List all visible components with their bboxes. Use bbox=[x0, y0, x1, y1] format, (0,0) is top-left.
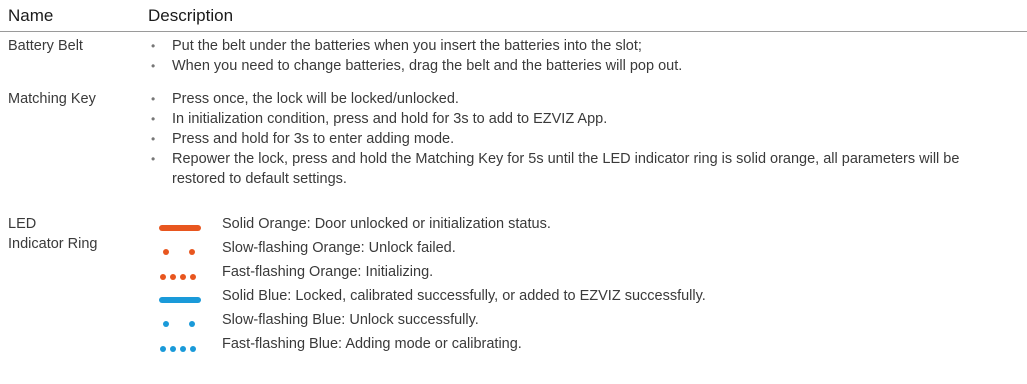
bullet-item: • Put the belt under the batteries when y… bbox=[151, 38, 642, 54]
led-fast-flash-blue-icon bbox=[158, 334, 202, 354]
bullet-dot: • bbox=[151, 59, 156, 73]
led-slow-flash-orange-icon bbox=[158, 238, 202, 258]
bullet-item: • When you need to change batteries, drag… bbox=[151, 58, 683, 74]
row-name-led-indicator-ring: LED Indicator Ring bbox=[8, 216, 98, 252]
led-fast-flash-orange-icon bbox=[158, 262, 202, 282]
row-name-battery-belt: Battery Belt bbox=[8, 38, 83, 54]
bullet-item: • Repower the lock, press and hold the Ma… bbox=[151, 151, 960, 187]
bullet-item: • In initialization condition, press and … bbox=[151, 111, 608, 127]
bullet-dot: • bbox=[151, 39, 156, 53]
led-slow-flash-blue-icon bbox=[158, 310, 202, 330]
row-name-matching-key: Matching Key bbox=[8, 91, 96, 107]
column-header-description: Description bbox=[148, 6, 234, 25]
led-solid-orange-icon bbox=[158, 214, 202, 234]
led-solid-blue-icon bbox=[158, 286, 202, 306]
bullet-dot: • bbox=[151, 112, 156, 126]
battery-belt-bullets: • Put the belt under the batteries when y… bbox=[146, 36, 1016, 76]
header-divider bbox=[0, 31, 1027, 32]
bullet-item: • Press and hold for 3s to enter adding m… bbox=[151, 131, 455, 147]
column-header-name: Name bbox=[8, 6, 54, 25]
bullet-dot: • bbox=[151, 92, 156, 106]
bullet-item: • Press once, the lock will be locked/unl… bbox=[151, 91, 459, 107]
spec-table: Name Description Battery Belt • Put the b… bbox=[0, 0, 1027, 384]
matching-key-bullets: • Press once, the lock will be locked/unl… bbox=[146, 89, 1016, 189]
bullet-dot: • bbox=[151, 152, 156, 166]
bullet-dot: • bbox=[151, 132, 156, 146]
